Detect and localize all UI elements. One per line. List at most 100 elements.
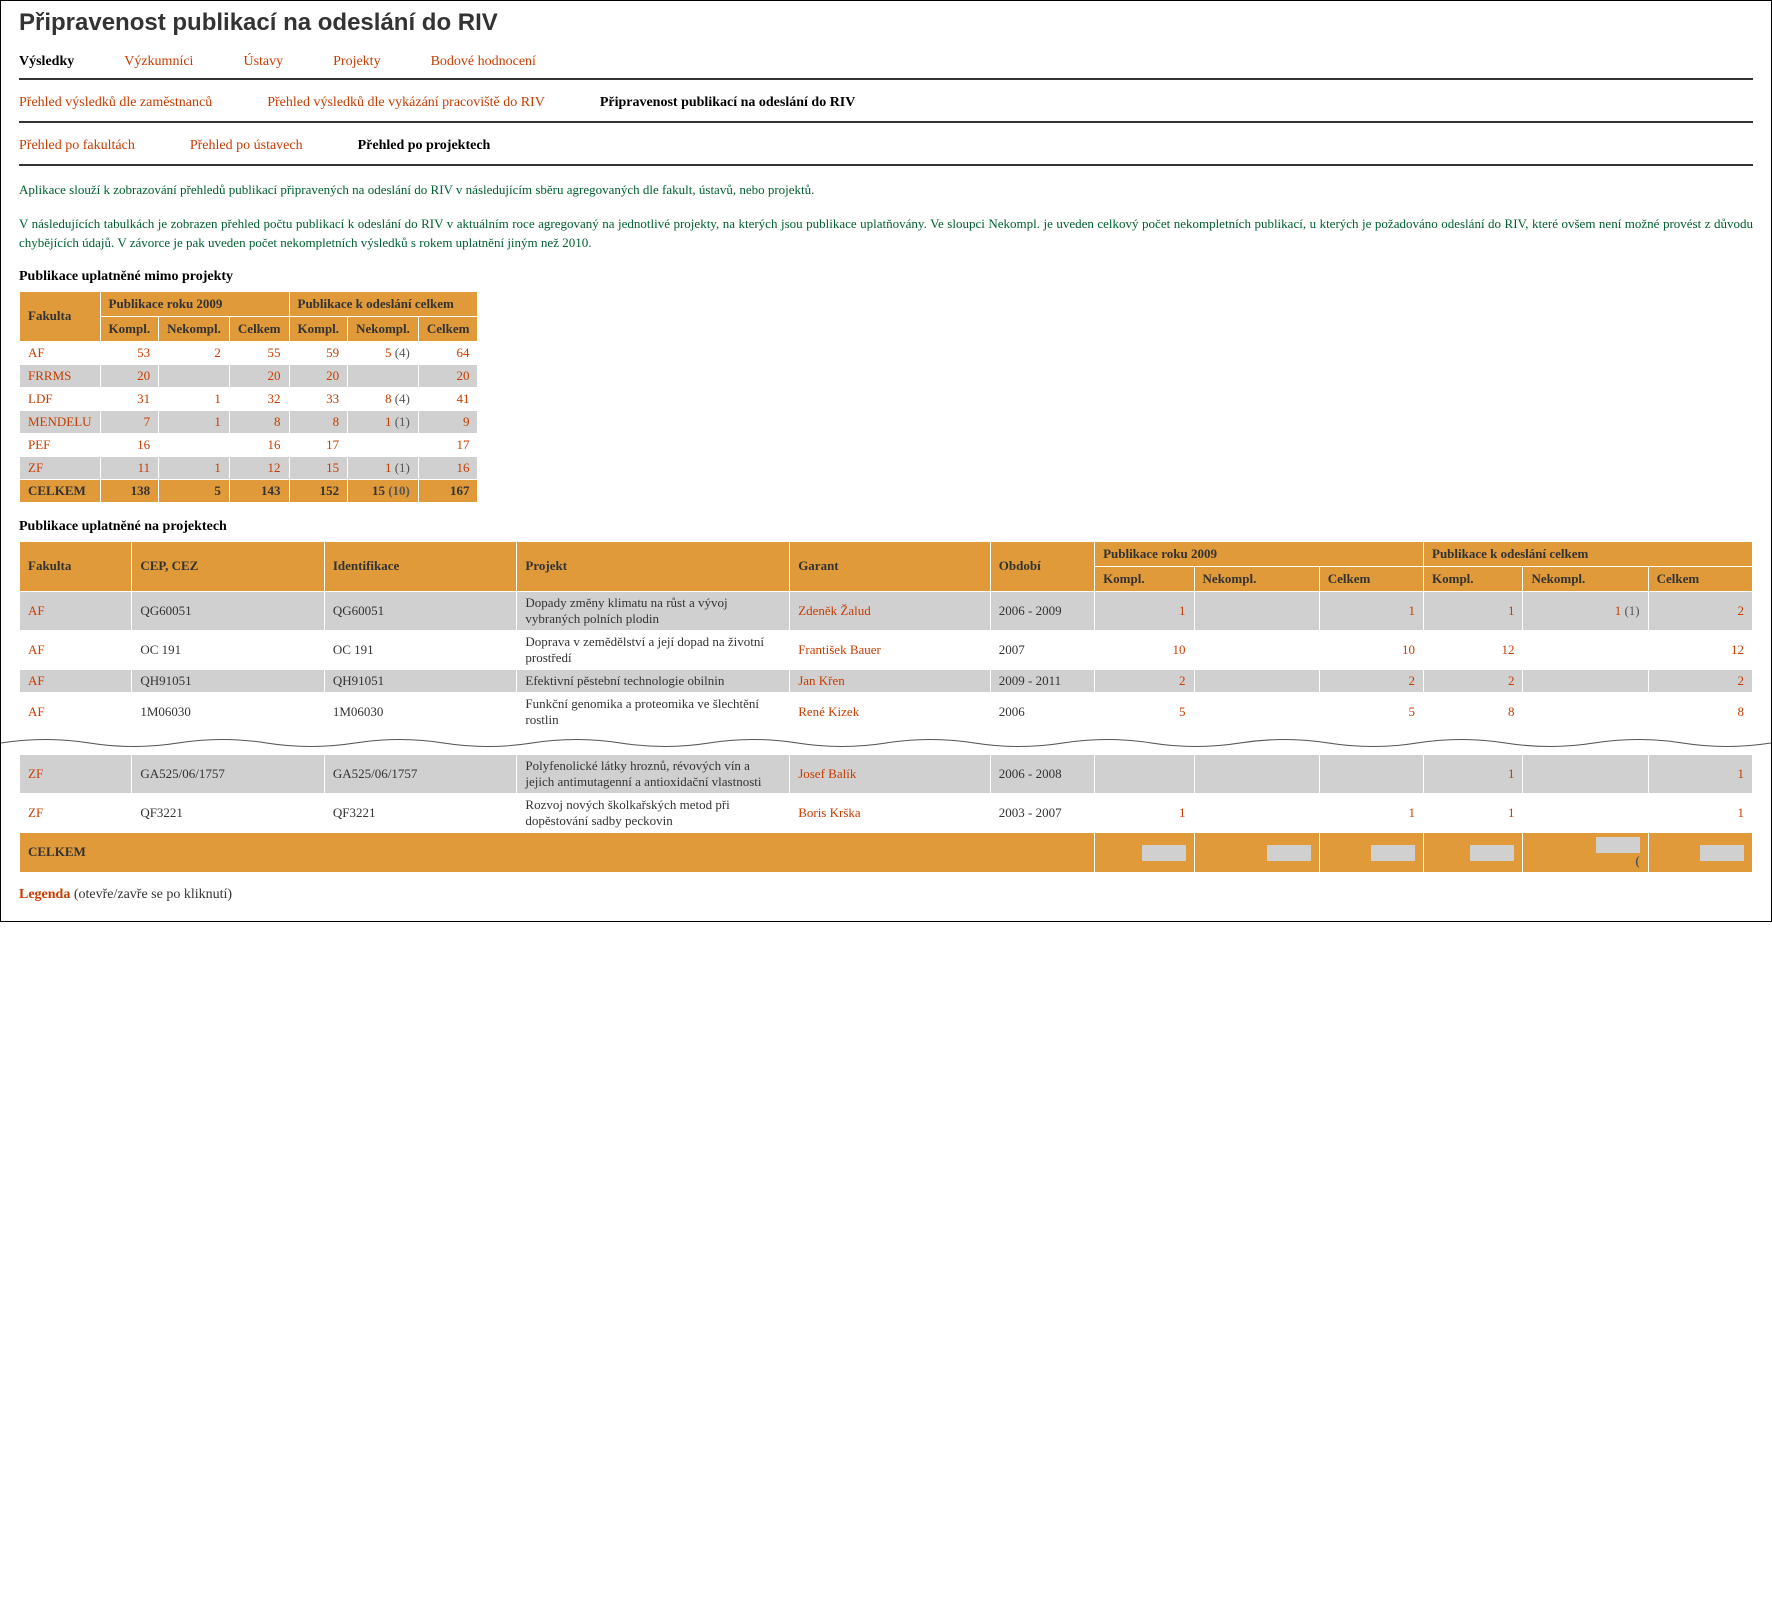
cell: QG60051 xyxy=(132,591,325,630)
garant-link[interactable]: Zdeněk Žalud xyxy=(790,591,991,630)
tab-bodov-hodnocen-[interactable]: Bodové hodnocení xyxy=(431,54,536,69)
cell: 41 xyxy=(418,387,478,410)
cell: 1 xyxy=(1648,754,1752,793)
col-nekompl: Nekompl. xyxy=(348,316,419,341)
fakulta-link[interactable]: AF xyxy=(20,630,132,669)
garant-link[interactable]: Jan Křen xyxy=(790,669,991,692)
cell: 152 xyxy=(289,479,348,502)
cell: 15 xyxy=(289,456,348,479)
col-projekt: Projekt xyxy=(517,541,790,591)
cell: 55 xyxy=(229,341,289,364)
fakulta-link[interactable]: LDF xyxy=(20,387,101,410)
cell: 1 xyxy=(159,410,230,433)
table-row: LDF31132338 (4)41 xyxy=(20,387,478,410)
cell: 1 xyxy=(159,387,230,410)
cell: OC 191 xyxy=(324,630,517,669)
cell: GA525/06/1757 xyxy=(324,754,517,793)
cell: 2007 xyxy=(990,630,1094,669)
tab--stavy[interactable]: Ústavy xyxy=(243,54,283,69)
cell: GA525/06/1757 xyxy=(132,754,325,793)
garant-link[interactable]: Boris Krška xyxy=(790,793,991,832)
tab-p-ehled-po-stavech[interactable]: Přehled po ústavech xyxy=(190,138,303,153)
col-kompl: Kompl. xyxy=(1424,566,1523,591)
fakulta-link[interactable]: AF xyxy=(20,591,132,630)
cell: 20 xyxy=(418,364,478,387)
fakulta-link[interactable]: AF xyxy=(20,692,132,731)
cell: 16 xyxy=(229,433,289,456)
cell: 1M06030 xyxy=(132,692,325,731)
tab-p-ipravenost-publikac-na-odesl-n-do-riv[interactable]: Připravenost publikací na odeslání do RI… xyxy=(600,95,856,110)
cell: 1 xyxy=(1095,591,1194,630)
garant-link[interactable]: Josef Balík xyxy=(790,754,991,793)
col-celkem: Celkem xyxy=(1648,566,1752,591)
cell xyxy=(1194,692,1319,731)
garant-link[interactable]: René Kizek xyxy=(790,692,991,731)
fakulta-link[interactable]: PEF xyxy=(20,433,101,456)
table-row: FRRMS20202020 xyxy=(20,364,478,387)
garant-link[interactable]: František Bauer xyxy=(790,630,991,669)
section-2-title: Publikace uplatněné na projektech xyxy=(19,519,1753,535)
table-row: ZFQF3221QF3221Rozvoj nových školkařských… xyxy=(20,793,1753,832)
col-celkem: Celkem xyxy=(1319,566,1423,591)
cell: 1 (1) xyxy=(348,456,419,479)
cell: 12 xyxy=(229,456,289,479)
cell: 17 xyxy=(289,433,348,456)
table-na-projektech: Fakulta CEP, CEZ Identifikace Projekt Ga… xyxy=(19,541,1753,732)
cell: 20 xyxy=(229,364,289,387)
legend-hint: (otevře/zavře se po kliknutí) xyxy=(74,887,232,902)
cell xyxy=(1194,754,1319,793)
tab-v-zkumn-ci[interactable]: Výzkumníci xyxy=(124,54,193,69)
cell: 16 xyxy=(418,456,478,479)
cell: 2006 xyxy=(990,692,1094,731)
cell: 59 xyxy=(289,341,348,364)
fakulta-link[interactable]: FRRMS xyxy=(20,364,101,387)
cell: 1 xyxy=(1648,793,1752,832)
cell xyxy=(1523,692,1648,731)
tabs-level-3: Přehled po fakultách Přehled po ústavech P… xyxy=(19,127,1753,166)
cell: 2 xyxy=(1319,669,1423,692)
cell: Rozvoj nových školkařských metod při dop… xyxy=(517,793,790,832)
cell: 1 xyxy=(1424,754,1523,793)
legend-toggle[interactable]: Legenda (otevře/zavře se po kliknutí) xyxy=(19,887,1753,903)
cell: 15 (10) xyxy=(348,479,419,502)
tab-p-ehled-v-sledk-dle-zam-stnanc-[interactable]: Přehled výsledků dle zaměstnanců xyxy=(19,95,212,110)
cell: 17 xyxy=(418,433,478,456)
fakulta-link[interactable]: ZF xyxy=(20,754,132,793)
cell: Efektivní pěstební technologie obilnin xyxy=(517,669,790,692)
cell: 32 xyxy=(229,387,289,410)
fakulta-link[interactable]: MENDELU xyxy=(20,410,101,433)
cell: QF3221 xyxy=(324,793,517,832)
tab-p-ehled-po-projektech[interactable]: Přehled po projektech xyxy=(358,138,491,153)
cell xyxy=(159,433,230,456)
cell: 5 xyxy=(1095,692,1194,731)
cell: 9 xyxy=(418,410,478,433)
cell: 1 xyxy=(1095,793,1194,832)
col-pub2009: Publikace roku 2009 xyxy=(1095,541,1424,566)
cell-redacted xyxy=(1319,832,1423,872)
cell: 5 (4) xyxy=(348,341,419,364)
cell: 8 xyxy=(1424,692,1523,731)
col-pubcelk: Publikace k odeslání celkem xyxy=(1424,541,1753,566)
fakulta-link[interactable]: AF xyxy=(20,669,132,692)
table-total-row: CELKEM( xyxy=(20,832,1753,872)
cell: 1 xyxy=(1424,591,1523,630)
cell: 33 xyxy=(289,387,348,410)
fakulta-link[interactable]: AF xyxy=(20,341,101,364)
fakulta-link[interactable]: ZF xyxy=(20,793,132,832)
cell: 20 xyxy=(100,364,159,387)
col-celkem: Celkem xyxy=(229,316,289,341)
tab-p-ehled-v-sledk-dle-vyk-z-n-pracovi-t-do-riv[interactable]: Přehled výsledků dle vykázání pracoviště… xyxy=(267,95,545,110)
col-nekompl: Nekompl. xyxy=(1523,566,1648,591)
cell: Doprava v zemědělství a její dopad na ži… xyxy=(517,630,790,669)
col-nekompl: Nekompl. xyxy=(1194,566,1319,591)
col-fakulta: Fakulta xyxy=(20,291,101,341)
cell-redacted xyxy=(1194,832,1319,872)
tab-projekty[interactable]: Projekty xyxy=(333,54,380,69)
cell xyxy=(348,433,419,456)
cell-redacted: ( xyxy=(1523,832,1648,872)
col-nekompl: Nekompl. xyxy=(159,316,230,341)
tab-v-sledky[interactable]: Výsledky xyxy=(19,54,74,69)
table-row: MENDELU71881 (1)9 xyxy=(20,410,478,433)
fakulta-link[interactable]: ZF xyxy=(20,456,101,479)
tab-p-ehled-po-fakult-ch[interactable]: Přehled po fakultách xyxy=(19,138,135,153)
